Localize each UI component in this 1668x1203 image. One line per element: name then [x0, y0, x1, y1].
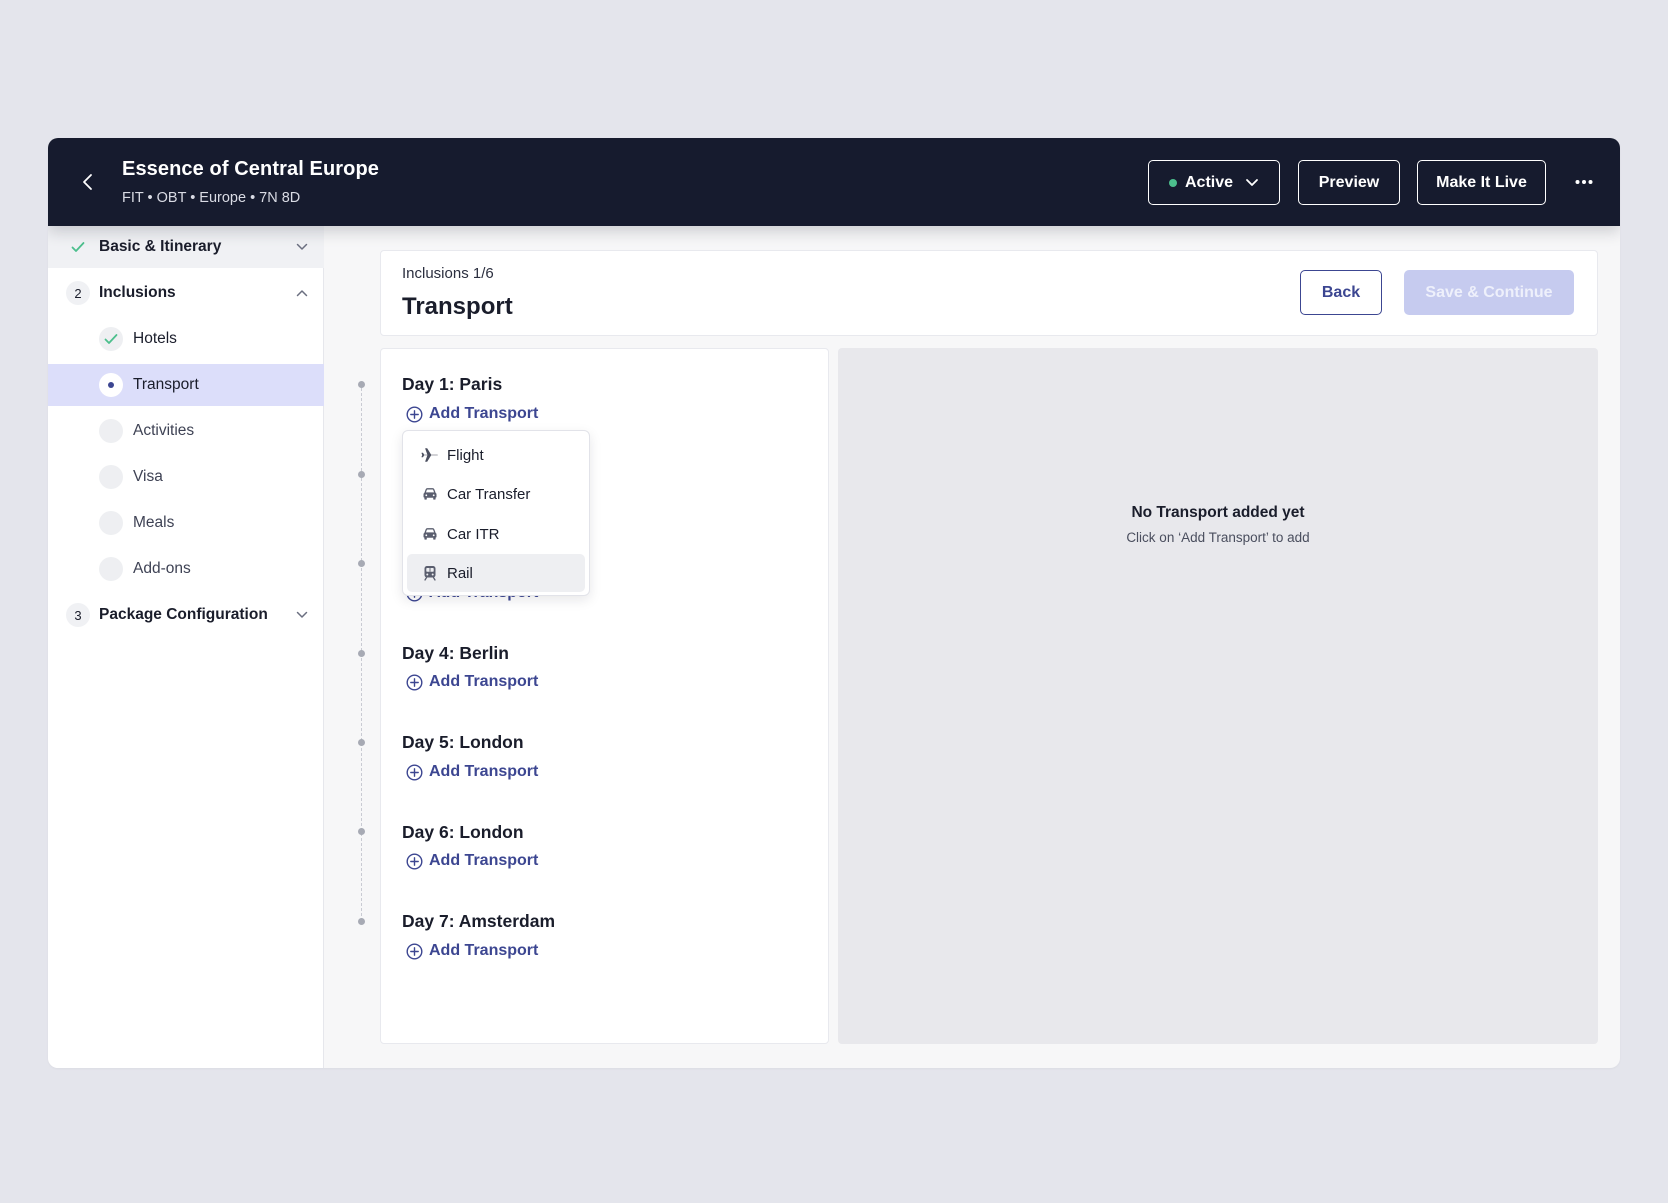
plus-circle-icon: [406, 673, 423, 691]
dropdown-item-label: Rail: [447, 564, 473, 582]
sidebar-item-activities[interactable]: Activities: [48, 410, 324, 452]
sidebar-item-label: Visa: [133, 468, 163, 485]
car-icon: [421, 525, 439, 543]
timeline-dot: [358, 918, 365, 925]
sidebar-item-label: Activities: [133, 422, 195, 439]
dropdown-item-rail[interactable]: Rail: [407, 554, 585, 592]
plus-circle-icon: [406, 763, 423, 781]
dropdown-item-label: Flight: [447, 446, 484, 464]
make-it-live-button[interactable]: Make It Live: [1417, 160, 1546, 205]
empty-state-title: No Transport added yet: [1131, 504, 1305, 521]
chevron-down-icon: [294, 607, 310, 623]
check-icon: [66, 235, 90, 259]
pending-step-icon: [99, 465, 123, 489]
day-title: Day 1: Paris: [402, 374, 503, 394]
sidebar-item-label: Meals: [133, 514, 175, 531]
step-number-badge: 3: [66, 603, 90, 627]
plane-icon: [421, 446, 439, 464]
package-subtitle: FIT • OBT • Europe • 7N 8D: [122, 190, 301, 206]
plus-circle-icon: [406, 852, 423, 870]
transport-details-panel: No Transport added yet Click on ‘Add Tra…: [838, 348, 1598, 1044]
sidebar-section-label: Package Configuration: [99, 606, 268, 623]
day-title: Day 7: Amsterdam: [402, 911, 556, 931]
plus-circle-icon: [406, 405, 423, 423]
add-transport-link[interactable]: Add Transport: [406, 403, 538, 425]
sidebar-item-hotels[interactable]: Hotels: [48, 318, 324, 360]
add-transport-link[interactable]: Add Transport: [406, 940, 538, 962]
timeline-dot: [358, 739, 365, 746]
sidebar-item-transport[interactable]: Transport: [48, 364, 324, 406]
sidebar-item-label: Transport: [133, 376, 199, 393]
step-number-badge: 2: [66, 281, 90, 305]
back-button[interactable]: Back: [1300, 270, 1382, 315]
car-icon: [421, 485, 439, 503]
timeline-dot: [358, 471, 365, 478]
page-title: Transport: [402, 293, 513, 320]
dropdown-item-label: Car Transfer: [447, 485, 531, 503]
top-bar: Essence of Central Europe FIT • OBT • Eu…: [48, 138, 1620, 226]
day-title: Day 6: London: [402, 822, 524, 842]
day-title: Day 4: Berlin: [402, 643, 509, 663]
empty-state-subtitle: Click on ‘Add Transport’ to add: [1126, 530, 1310, 545]
sidebar-section-package-configuration[interactable]: 3 Package Configuration: [48, 594, 324, 636]
status-dropdown-button[interactable]: Active: [1148, 160, 1280, 205]
sidebar-item-meals[interactable]: Meals: [48, 502, 324, 544]
breadcrumb: Inclusions 1/6: [402, 265, 494, 282]
add-transport-label: Add Transport: [429, 942, 539, 959]
add-transport-label: Add Transport: [429, 673, 539, 690]
add-transport-label: Add Transport: [429, 763, 539, 780]
pending-step-icon: [99, 419, 123, 443]
status-label: Active: [1184, 173, 1234, 191]
timeline-dot: [358, 381, 365, 388]
train-icon: [421, 564, 439, 582]
dropdown-item-car-transfer[interactable]: Car Transfer: [407, 475, 585, 513]
check-icon: [99, 327, 123, 351]
sidebar-item-add-ons[interactable]: Add-ons: [48, 548, 324, 590]
sidebar-section-label: Basic & Itinerary: [99, 238, 222, 255]
timeline-dot: [358, 650, 365, 657]
timeline-dot: [358, 560, 365, 567]
chevron-down-icon: [1246, 178, 1258, 186]
day-title: Day 5: London: [402, 732, 524, 752]
pending-step-icon: [99, 557, 123, 581]
dropdown-item-flight[interactable]: Flight: [407, 436, 585, 474]
save-continue-button[interactable]: Save & Continue: [1404, 270, 1574, 315]
status-dot-icon: [1168, 178, 1177, 187]
sidebar-section-label: Inclusions: [99, 284, 176, 301]
chevron-down-icon: [294, 239, 310, 255]
pending-step-icon: [99, 511, 123, 535]
add-transport-link[interactable]: Add Transport: [406, 671, 538, 693]
sidebar-item-visa[interactable]: Visa: [48, 456, 324, 498]
content-header: Inclusions 1/6 Transport Back Save & Con…: [380, 250, 1598, 336]
package-title: Essence of Central Europe: [122, 158, 380, 180]
chevron-up-icon: [294, 285, 310, 301]
add-transport-label: Add Transport: [429, 405, 539, 422]
add-transport-link[interactable]: Add Transport: [406, 761, 538, 783]
transport-type-dropdown: Flight Car Transfer Car ITR Rail: [402, 430, 590, 596]
sidebar-item-label: Add-ons: [133, 560, 191, 577]
add-transport-link[interactable]: Add Transport: [406, 850, 538, 872]
screen-background: Essence of Central Europe FIT • OBT • Eu…: [0, 0, 1668, 1203]
plus-circle-icon: [406, 942, 423, 960]
sidebar-section-basic-itinerary[interactable]: Basic & Itinerary: [48, 226, 324, 268]
sidebar: Basic & Itinerary 2 Inclusions Hotels Tr…: [48, 226, 324, 1068]
dropdown-item-car-itr[interactable]: Car ITR: [407, 515, 585, 553]
sidebar-section-inclusions[interactable]: 2 Inclusions: [48, 272, 324, 314]
app-window: Essence of Central Europe FIT • OBT • Eu…: [48, 138, 1620, 1068]
preview-button[interactable]: Preview: [1298, 160, 1400, 205]
more-options-icon[interactable]: [1572, 170, 1596, 194]
current-step-icon: [99, 373, 123, 397]
add-transport-label: Add Transport: [429, 852, 539, 869]
back-chevron-icon[interactable]: [74, 168, 102, 196]
timeline-dot: [358, 828, 365, 835]
sidebar-item-label: Hotels: [133, 330, 177, 347]
dropdown-item-label: Car ITR: [447, 525, 500, 543]
